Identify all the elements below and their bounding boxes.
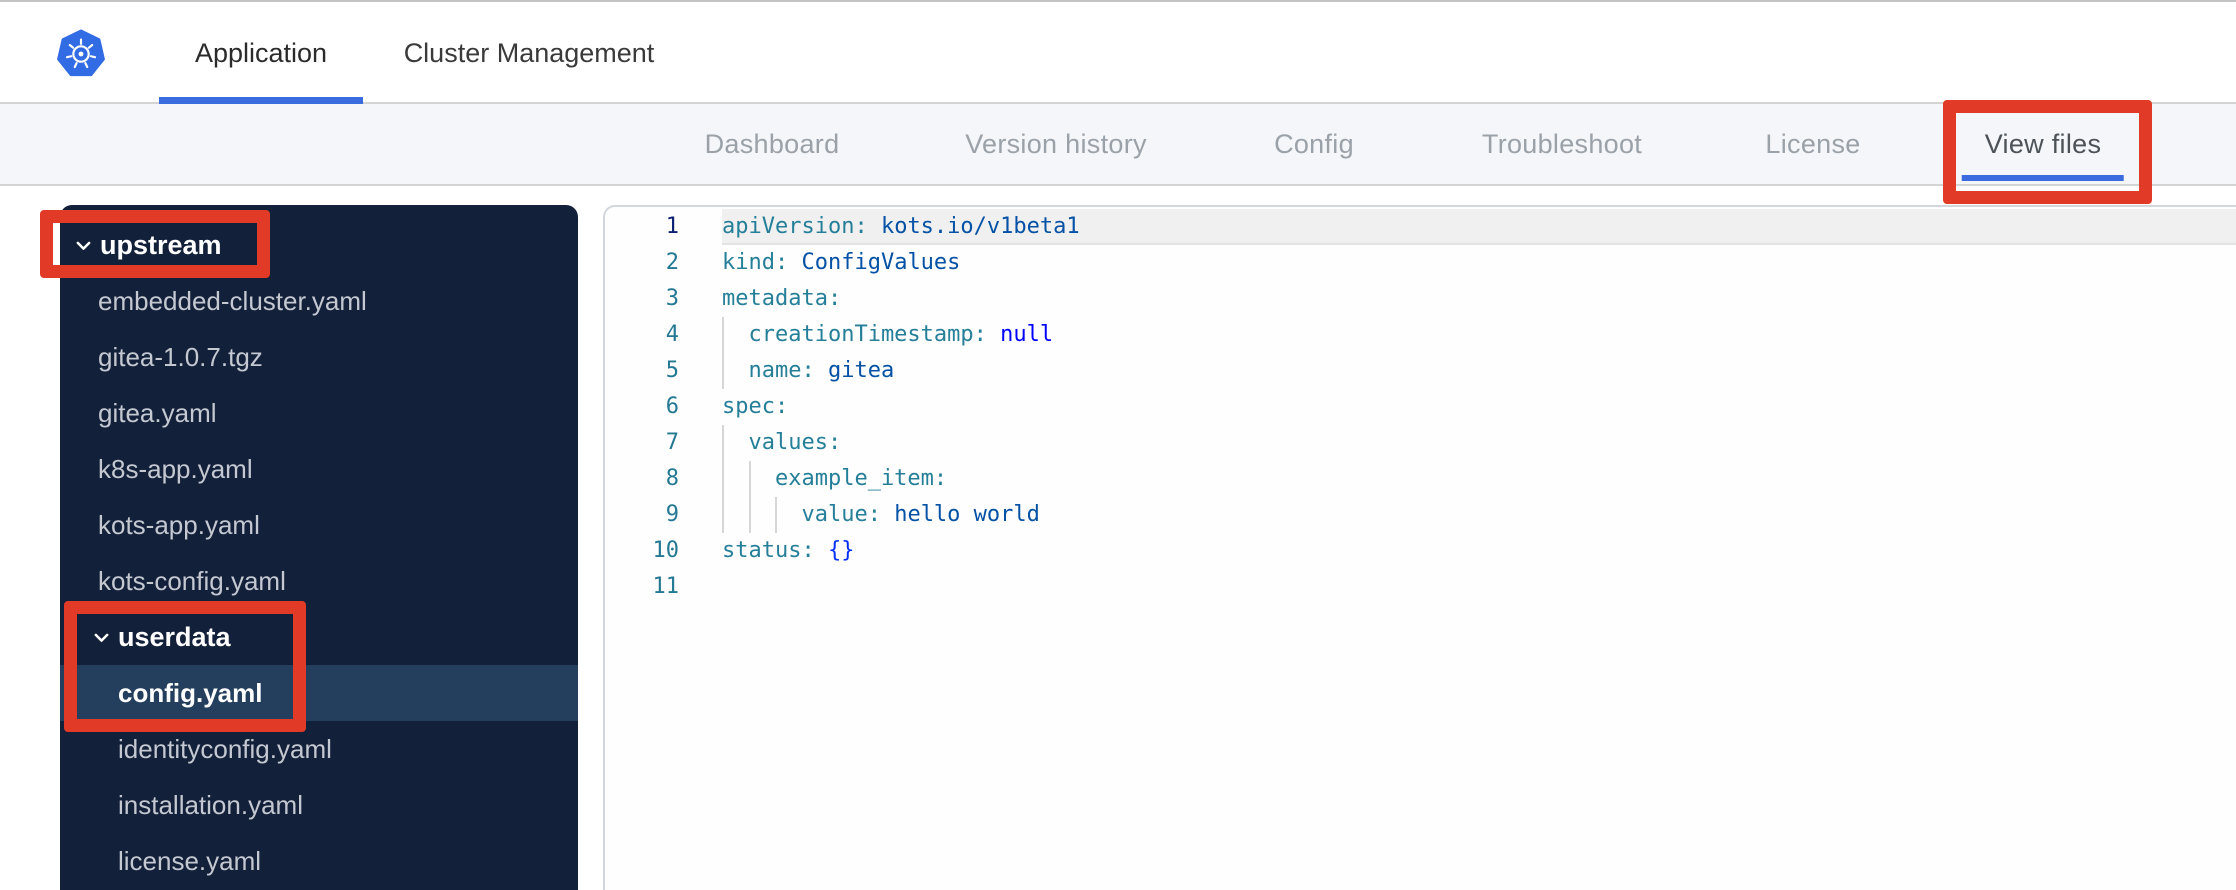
file-label: gitea-1.0.7.tgz (98, 341, 263, 372)
subnav-tab-label: Version history (965, 128, 1147, 159)
line-number: 3 (665, 286, 679, 311)
chevron-down-icon[interactable] (72, 234, 94, 256)
code-text: apiVersion: kots.io/v1beta1 (722, 214, 1080, 239)
line-number: 4 (665, 322, 679, 347)
folder-label: userdata (118, 621, 231, 652)
line-number: 5 (665, 358, 679, 383)
line-number: 9 (665, 502, 679, 527)
code-text: spec: (722, 394, 789, 419)
subnav-tab-label: Troubleshoot (1481, 128, 1643, 159)
tree-file-license.yaml[interactable]: license.yaml (60, 833, 578, 889)
chevron-down-icon[interactable] (90, 626, 112, 648)
line-number: 10 (652, 538, 680, 563)
kubernetes-logo-icon (57, 28, 105, 80)
code-text: kind: ConfigValues (722, 250, 961, 275)
tree-folder-upstream[interactable]: upstream (60, 217, 578, 273)
line-number: 2 (665, 250, 679, 275)
app-subnav: Dashboard Version history Config Troublesho… (0, 104, 2236, 186)
file-label: kots-config.yaml (98, 565, 286, 596)
tree-file-gitea.yaml[interactable]: gitea.yaml (60, 385, 578, 441)
code-text: value: hello world (722, 502, 1040, 527)
file-label: k8s-app.yaml (98, 453, 253, 484)
app-header: Application Cluster Management (0, 0, 2236, 104)
file-tree-sidebar: upstream embedded-cluster.yaml gitea-1.0.7… (60, 205, 578, 890)
active-tab-underline (159, 97, 363, 104)
subnav-tab-config[interactable]: Config (1274, 104, 1354, 184)
line-number: 7 (665, 430, 679, 455)
file-label: gitea.yaml (98, 397, 217, 428)
code-line-5[interactable]: 5 name: gitea (605, 353, 2236, 389)
code-line-10[interactable]: 10 status: {} (605, 533, 2236, 569)
file-label: config.yaml (118, 677, 263, 708)
yaml-editor[interactable]: 1 apiVersion: kots.io/v1beta1 2 kind: Confi… (603, 205, 2236, 890)
file-label: license.yaml (118, 845, 262, 876)
code-text: name: gitea (722, 358, 895, 383)
kots-admin-console: Application Cluster Management Dashboard V… (0, 0, 2236, 890)
subnav-tab-label: Dashboard (704, 128, 840, 159)
line-number: 1 (665, 214, 679, 239)
subnav-tab-dashboard[interactable]: Dashboard (705, 104, 840, 184)
code-line-6[interactable]: 6 spec: (605, 389, 2236, 425)
code-line-11[interactable]: 11 (605, 569, 2236, 605)
tree-file-kots-config.yaml[interactable]: kots-config.yaml (60, 553, 578, 609)
header-tab-cluster-management[interactable]: Cluster Management (379, 2, 679, 104)
active-tab-underline (1962, 175, 2124, 181)
file-label: embedded-cluster.yaml (98, 285, 367, 316)
subnav-tab-label: License (1765, 128, 1861, 159)
code-text: metadata: (722, 286, 842, 311)
file-label: identityconfig.yaml (118, 733, 332, 764)
file-label: kots-app.yaml (98, 509, 260, 540)
tree-file-installation.yaml[interactable]: installation.yaml (60, 777, 578, 833)
line-number: 8 (665, 466, 679, 491)
code-text: creationTimestamp: null (722, 322, 1054, 347)
tree-file-kots-app.yaml[interactable]: kots-app.yaml (60, 497, 578, 553)
code-text: status: {} (722, 538, 855, 563)
code-line-9[interactable]: 9 value: hello world (605, 497, 2236, 533)
code-text: values: (722, 430, 842, 455)
subnav-tab-troubleshoot[interactable]: Troubleshoot (1482, 104, 1642, 184)
line-number: 11 (652, 574, 680, 599)
code-line-4[interactable]: 4 creationTimestamp: null (605, 317, 2236, 353)
code-line-3[interactable]: 3 metadata: (605, 281, 2236, 317)
tree-folder-userdata[interactable]: userdata (60, 609, 578, 665)
tree-file-embedded-cluster.yaml[interactable]: embedded-cluster.yaml (60, 273, 578, 329)
tree-file-k8s-app.yaml[interactable]: k8s-app.yaml (60, 441, 578, 497)
code-line-1[interactable]: 1 apiVersion: kots.io/v1beta1 (605, 209, 2236, 245)
subnav-tab-label: View files (1984, 128, 2102, 159)
tree-file-config.yaml[interactable]: config.yaml (60, 665, 578, 721)
header-tab-label: Cluster Management (403, 37, 655, 68)
line-number: 6 (665, 394, 679, 419)
code-line-2[interactable]: 2 kind: ConfigValues (605, 245, 2236, 281)
subnav-tab-license[interactable]: License (1765, 104, 1860, 184)
code-text: example_item: (722, 466, 948, 491)
header-tab-label: Application (194, 37, 328, 68)
folder-label: upstream (100, 229, 222, 260)
code-line-7[interactable]: 7 values: (605, 425, 2236, 461)
code-line-8[interactable]: 8 example_item: (605, 461, 2236, 497)
subnav-tab-version-history[interactable]: Version history (965, 104, 1147, 184)
file-label: installation.yaml (118, 789, 303, 820)
tree-file-identityconfig.yaml[interactable]: identityconfig.yaml (60, 721, 578, 777)
subnav-tab-view-files[interactable]: View files (1962, 104, 2124, 184)
subnav-tab-label: Config (1274, 128, 1354, 159)
header-tab-application[interactable]: Application (159, 2, 363, 104)
tree-file-gitea-1.0.7.tgz[interactable]: gitea-1.0.7.tgz (60, 329, 578, 385)
